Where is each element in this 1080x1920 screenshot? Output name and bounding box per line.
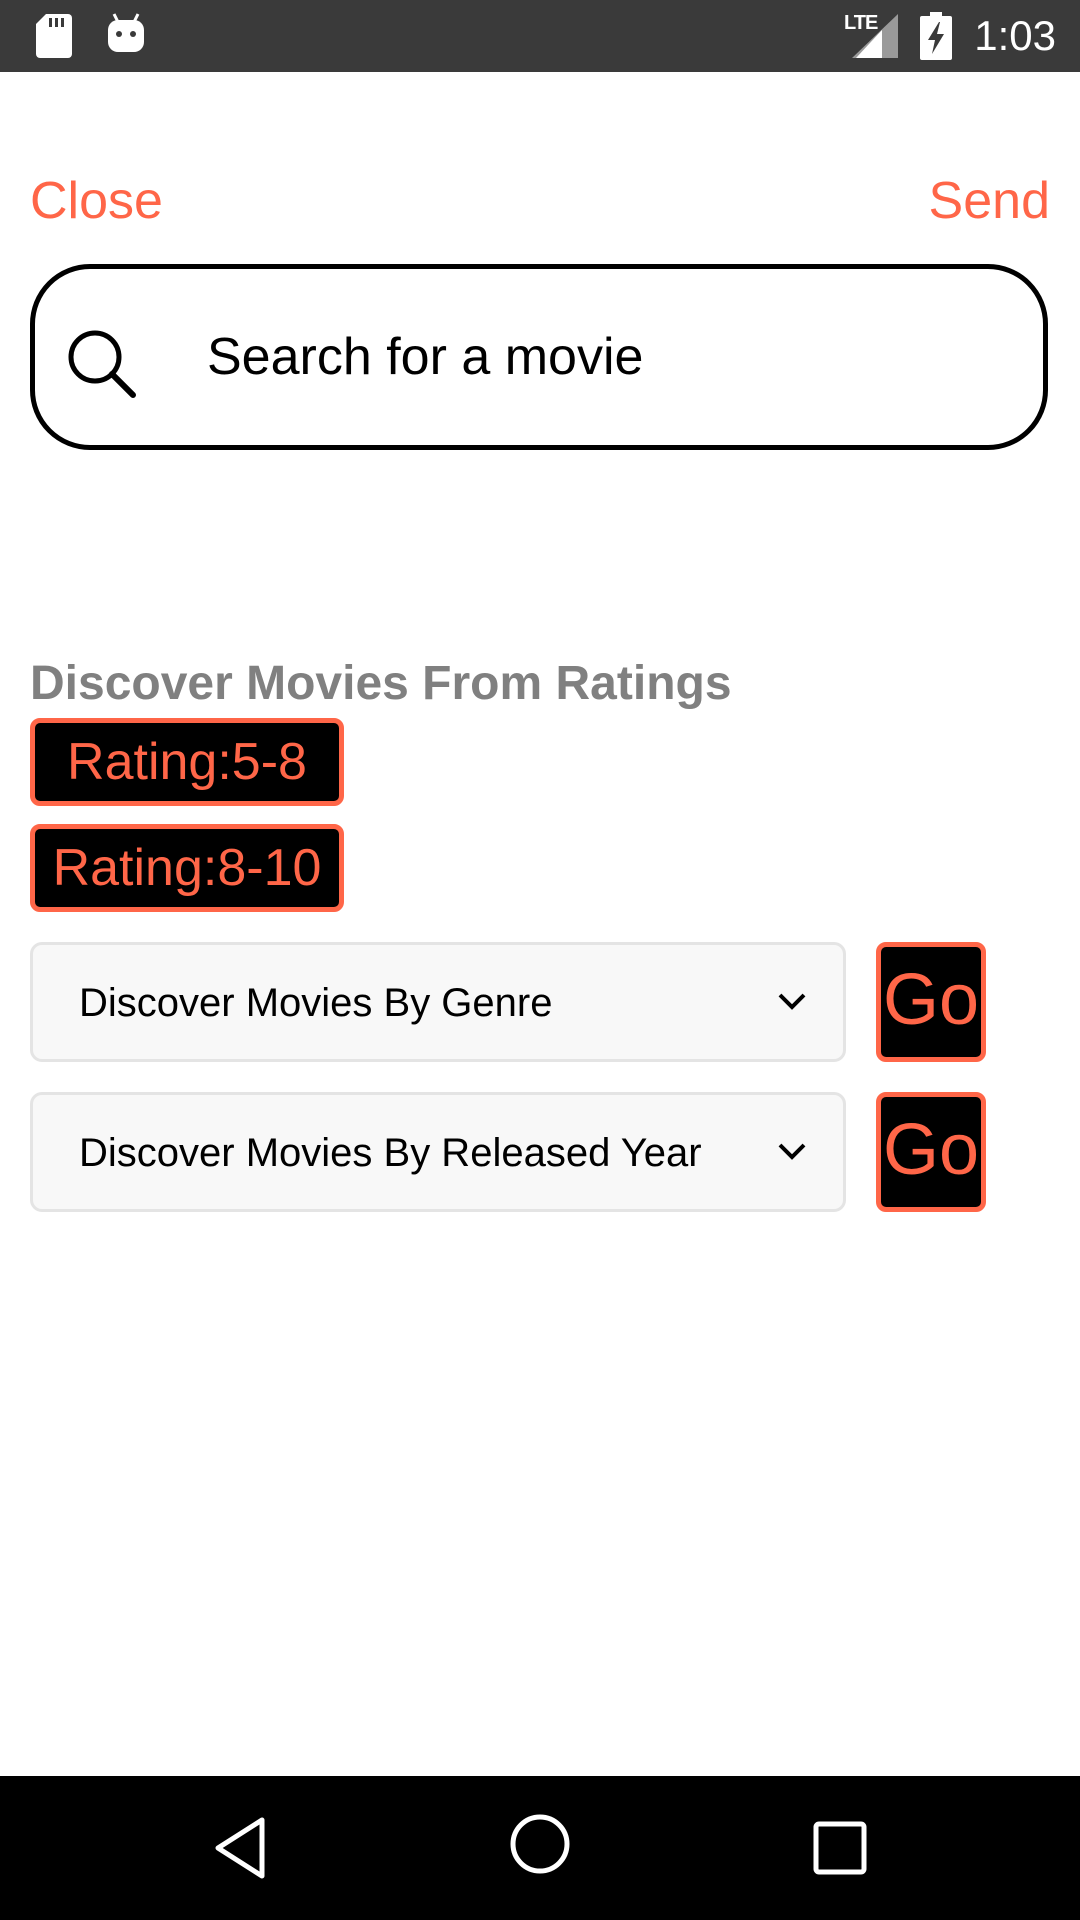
year-dropdown-value: Discover Movies By Released Year [79,1131,702,1175]
navigation-bar [0,1776,1080,1920]
section-heading: Discover Movies From Ratings [30,657,732,710]
status-clock: 1:03 [974,12,1056,59]
chevron-down-icon [778,1143,806,1160]
send-button[interactable]: Send [929,168,1050,234]
home-icon[interactable] [508,1812,572,1876]
sdcard-icon [36,14,72,58]
chevron-down-icon [778,993,806,1010]
android-icon [108,13,144,52]
go-genre-button[interactable]: Go [876,942,986,1062]
battery-charging-icon [920,12,952,60]
rating-8-10-button[interactable]: Rating:8-10 [30,824,344,912]
go-year-button[interactable]: Go [876,1092,986,1212]
back-icon[interactable] [212,1816,268,1880]
rating-5-8-button[interactable]: Rating:5-8 [30,718,344,806]
genre-dropdown[interactable]: Discover Movies By Genre [30,942,846,1062]
search-icon [68,330,136,398]
status-bar: LTE 1:03 [0,0,1080,72]
signal-icon [852,14,898,58]
recents-icon[interactable] [812,1820,868,1876]
close-button[interactable]: Close [30,168,163,234]
search-input[interactable] [207,309,987,405]
genre-dropdown-value: Discover Movies By Genre [79,981,553,1025]
year-dropdown[interactable]: Discover Movies By Released Year [30,1092,846,1212]
search-bar[interactable] [30,264,1048,450]
